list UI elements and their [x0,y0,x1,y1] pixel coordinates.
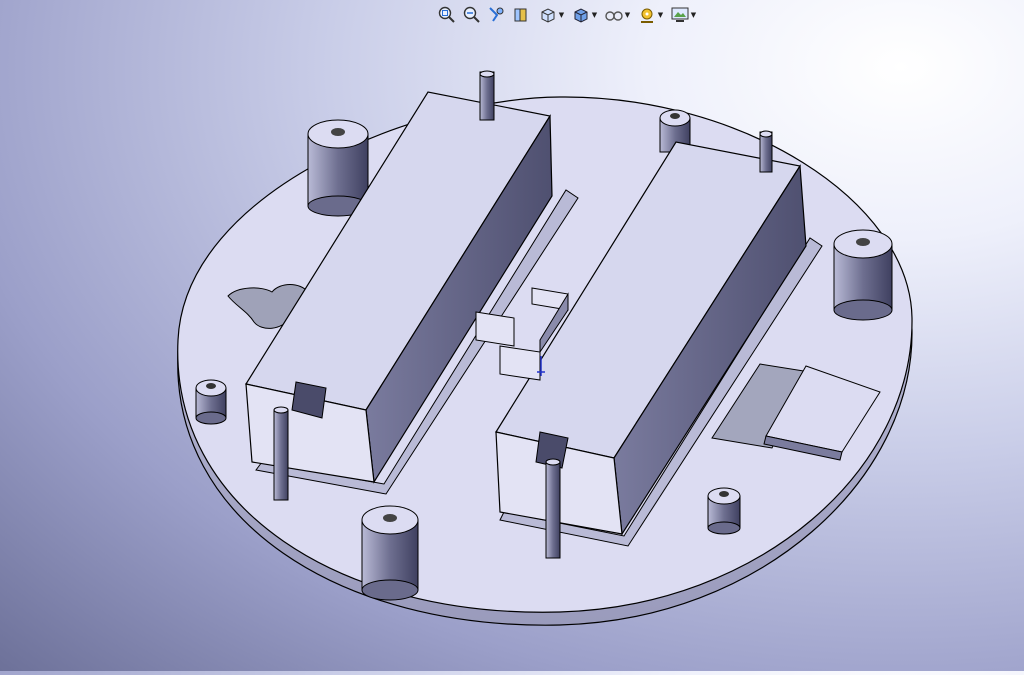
zoom-to-area-icon [463,6,480,23]
apply-scene-button[interactable]: ▼ [668,4,698,26]
chevron-down-icon: ▼ [690,11,697,19]
previous-view-button[interactable] [486,4,508,26]
standoff-bottom [361,505,419,601]
display-style-icon [574,8,588,23]
hide-show-items-button[interactable]: ▼ [602,4,632,26]
zoom-to-fit-icon [438,6,455,23]
apply-scene-icon [671,7,689,22]
chevron-down-icon: ▼ [591,11,598,19]
section-view-button[interactable] [511,4,533,26]
standoff-right [833,229,893,321]
previous-view-icon [489,7,504,22]
zoom-to-fit-button[interactable] [436,4,458,26]
chevron-down-icon: ▼ [657,11,664,19]
chevron-down-icon: ▼ [624,11,631,19]
chevron-down-icon: ▼ [558,11,565,19]
edit-appearance-button[interactable]: ▼ [635,4,665,26]
boss-left [195,379,227,425]
zoom-to-area-button[interactable] [461,4,483,26]
model-view[interactable] [0,0,1024,671]
heads-up-view-toolbar: ▼ ▼ ▼ ▼ ▼ [436,2,698,28]
view-orientation-icon [541,8,555,23]
graphics-area[interactable] [0,0,1024,671]
section-view-icon [514,8,527,22]
boss-bottom-right [707,487,741,535]
hide-show-items-icon [605,11,623,21]
view-orientation-button[interactable]: ▼ [536,4,566,26]
display-style-button[interactable]: ▼ [569,4,599,26]
edit-appearance-icon [640,8,653,23]
